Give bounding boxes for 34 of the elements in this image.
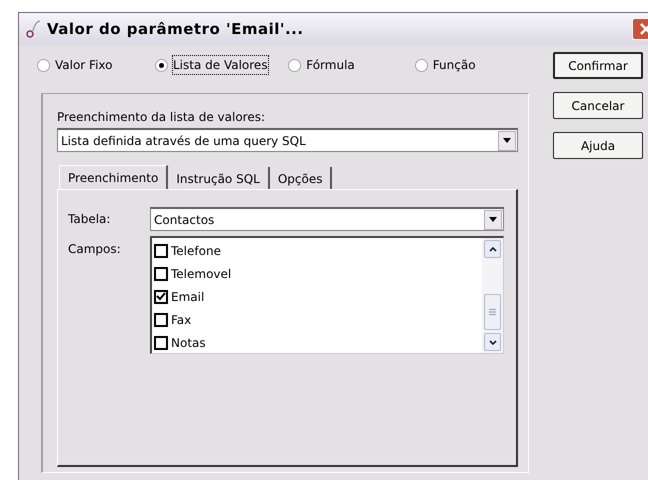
dropdown-field[interactable]: Lista definida através de uma query SQL — [57, 128, 518, 152]
list-item[interactable]: Telemovel — [154, 262, 480, 285]
checkbox[interactable] — [154, 266, 168, 280]
checkbox[interactable] — [154, 244, 168, 258]
scroll-down-button[interactable] — [484, 333, 501, 351]
scrollbar[interactable] — [482, 238, 503, 353]
checkbox[interactable] — [154, 290, 168, 304]
dropdown-arrow-icon — [503, 138, 511, 143]
list-item[interactable]: Telefone — [154, 239, 480, 262]
list-item[interactable]: Fax — [154, 308, 480, 331]
dropdown-field[interactable]: Contactos — [150, 207, 504, 231]
list-item[interactable]: Email — [154, 285, 480, 308]
chevron-up-icon — [488, 246, 496, 252]
grip-icon — [489, 309, 496, 315]
scroll-thumb[interactable] — [484, 294, 501, 330]
field-label: Campos: — [68, 241, 122, 258]
dialog-button[interactable]: Ajuda — [553, 132, 643, 159]
scroll-up-button[interactable] — [484, 240, 501, 258]
radio-button[interactable]: Fórmula — [288, 56, 355, 74]
tab[interactable]: Preenchimento — [59, 165, 168, 189]
checkbox[interactable] — [154, 336, 168, 350]
field-label: Preenchimento da lista de valores: — [57, 109, 266, 126]
chevron-down-icon — [488, 340, 496, 344]
radio-button[interactable]: Valor Fixo — [37, 56, 112, 74]
parameter-icon — [25, 19, 43, 39]
window-title: Valor do parâmetro 'Email'... — [47, 18, 304, 40]
dialog-button[interactable]: Confirmar — [553, 52, 643, 79]
radio-button[interactable]: Lista de Valores — [155, 56, 268, 74]
checkbox[interactable] — [154, 312, 168, 326]
field-label: Tabela: — [68, 211, 112, 228]
list-item[interactable]: Notas — [154, 331, 480, 354]
dropdown-arrow-icon — [489, 217, 497, 222]
dialog-button[interactable]: Cancelar — [553, 92, 643, 119]
radio-button[interactable]: Função — [414, 56, 476, 74]
